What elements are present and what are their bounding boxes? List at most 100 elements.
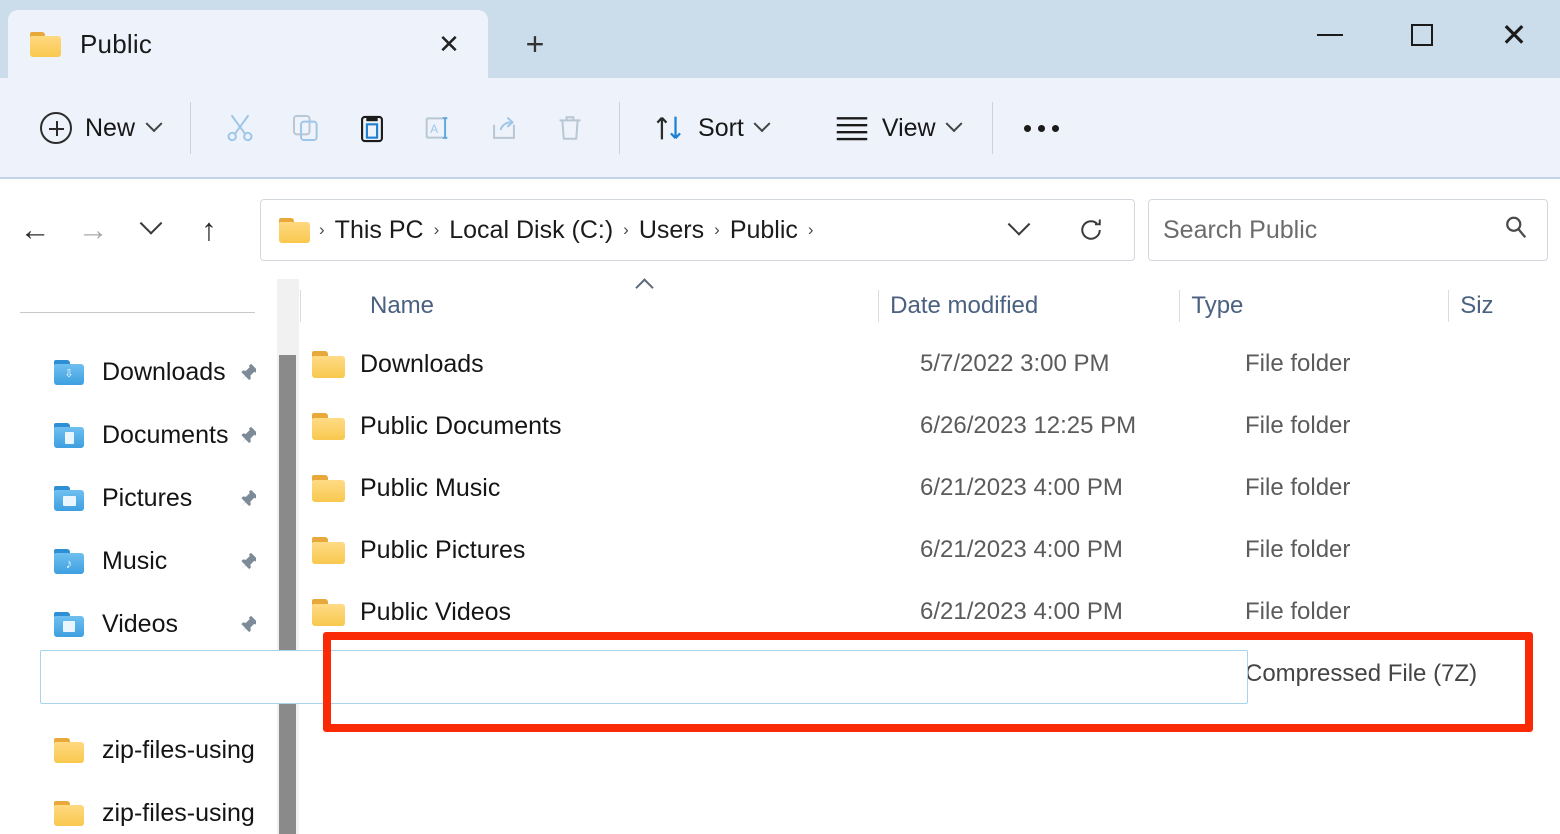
sidebar-item-label: zip-files-using-fi — [102, 736, 256, 765]
column-header-type[interactable]: Type — [1179, 279, 1448, 333]
delete-button[interactable] — [537, 97, 603, 159]
table-row[interactable]: Downloads 5/7/2022 3:00 PM File folder — [300, 333, 1560, 395]
breadcrumb-item-this-pc[interactable]: This PC — [327, 212, 432, 249]
breadcrumb-separator: › — [621, 220, 631, 240]
column-header-size-label: Siz — [1460, 292, 1493, 320]
file-name: Public Videos — [358, 598, 920, 627]
address-dropdown-button[interactable] — [1000, 211, 1038, 249]
recent-locations-button[interactable] — [122, 200, 180, 258]
folder-icon — [300, 475, 358, 502]
column-header-size[interactable]: Siz — [1448, 279, 1560, 333]
folder-icloud-icon: ☁ — [52, 674, 86, 702]
file-date-modified: 6/21/2023 4:00 PM — [920, 598, 1245, 626]
sidebar-item-music[interactable]: ♪ Music — [0, 530, 256, 593]
pin-icon[interactable] — [238, 613, 256, 637]
breadcrumb-item-public[interactable]: Public — [722, 212, 806, 249]
file-type: Compressed File (7Z) — [1245, 660, 1535, 688]
address-bar[interactable]: › This PC › Local Disk (C:) › Users › Pu… — [260, 199, 1135, 261]
tab-title: Public — [80, 29, 152, 60]
file-list-pane: Name Date modified Type Siz Downloads — [300, 279, 1560, 834]
sidebar-item-label: Pictures — [102, 484, 192, 513]
folder-icon — [300, 351, 358, 378]
cut-button[interactable] — [207, 97, 273, 159]
sidebar-divider — [20, 312, 255, 313]
minimize-icon[interactable] — [1284, 0, 1376, 70]
table-row[interactable]: Public Documents 6/26/2023 12:25 PM File… — [300, 395, 1560, 457]
sort-arrows-icon — [652, 111, 686, 145]
maximize-icon[interactable] — [1376, 0, 1468, 70]
folder-videos-icon — [52, 611, 86, 639]
file-name: Public Documents — [358, 412, 920, 441]
sidebar-item-videos[interactable]: Videos — [0, 593, 256, 656]
file-name: Public Pictures — [358, 536, 920, 565]
file-date-modified: 6/21/2023 4:00 PM — [920, 536, 1245, 564]
title-bar: Public ✕ + ✕ — [0, 0, 1560, 78]
sidebar-scrollbar-thumb[interactable] — [279, 355, 296, 834]
folder-icon — [52, 737, 86, 765]
pin-icon[interactable] — [238, 676, 256, 700]
sidebar-item-icloud-drive[interactable]: ☁ iCloud Drive — [0, 656, 256, 719]
table-row-ezyzip[interactable]: 7Z ezyzip 2/24/2023 12:38 PM Compressed … — [300, 643, 1560, 705]
back-button[interactable]: ← — [6, 200, 64, 258]
sidebar-list: ⇩ Downloads Documents — [0, 341, 256, 834]
sort-button[interactable]: Sort — [636, 103, 784, 153]
folder-documents-icon — [52, 422, 86, 450]
sidebar-item-zip-files-using-7[interactable]: zip-files-using-7 — [0, 782, 256, 834]
breadcrumb-separator: › — [712, 220, 722, 240]
column-header-name[interactable]: Name — [300, 279, 878, 333]
up-button[interactable]: ↑ — [180, 200, 238, 258]
pin-icon[interactable] — [238, 487, 256, 511]
toolbar-separator — [619, 102, 620, 154]
refresh-button[interactable] — [1070, 209, 1112, 251]
sidebar-item-downloads[interactable]: ⇩ Downloads — [0, 341, 256, 404]
rename-icon: A — [421, 111, 455, 145]
pin-icon[interactable] — [238, 424, 256, 448]
close-icon[interactable]: ✕ — [432, 27, 466, 61]
share-icon — [487, 111, 521, 145]
paste-button[interactable] — [339, 97, 405, 159]
file-type: File folder — [1245, 536, 1535, 564]
close-icon[interactable]: ✕ — [1468, 0, 1560, 70]
table-row[interactable]: Public Pictures 6/21/2023 4:00 PM File f… — [300, 519, 1560, 581]
chevron-down-icon — [753, 115, 770, 132]
folder-icon — [30, 32, 62, 57]
pin-icon[interactable] — [238, 361, 256, 385]
file-date-modified: 6/26/2023 12:25 PM — [920, 412, 1245, 440]
new-tab-button[interactable]: + — [512, 22, 558, 66]
table-row[interactable]: Public Music 6/21/2023 4:00 PM File fold… — [300, 457, 1560, 519]
file-explorer-window: Public ✕ + ✕ New — [0, 0, 1560, 834]
search-box[interactable]: Search Public — [1148, 199, 1548, 261]
file-type: File folder — [1245, 350, 1535, 378]
sidebar-item-pictures[interactable]: Pictures — [0, 467, 256, 530]
sidebar-item-documents[interactable]: Documents — [0, 404, 256, 467]
new-button[interactable]: New — [26, 104, 174, 152]
breadcrumb-item-users[interactable]: Users — [631, 212, 712, 249]
view-button[interactable]: View — [818, 105, 976, 151]
copy-button[interactable] — [273, 97, 339, 159]
file-rows: Downloads 5/7/2022 3:00 PM File folder P… — [300, 333, 1560, 705]
file-type: File folder — [1245, 598, 1535, 626]
chevron-down-icon — [146, 115, 163, 132]
breadcrumb-separator: › — [432, 220, 442, 240]
pin-icon[interactable] — [238, 550, 256, 574]
search-input[interactable]: Search Public — [1163, 216, 1317, 245]
folder-icon — [279, 218, 311, 243]
more-options-button[interactable] — [1009, 97, 1075, 159]
file-name: Public Music — [358, 474, 920, 503]
toolbar-separator — [992, 102, 993, 154]
search-icon[interactable] — [1501, 213, 1531, 248]
sort-label: Sort — [698, 114, 744, 143]
column-headers: Name Date modified Type Siz — [300, 279, 1560, 333]
breadcrumb-separator: › — [806, 220, 816, 240]
rename-button[interactable]: A — [405, 97, 471, 159]
breadcrumb-item-local-disk[interactable]: Local Disk (C:) — [441, 212, 621, 249]
forward-button[interactable]: → — [64, 200, 122, 258]
tab-public[interactable]: Public ✕ — [8, 10, 488, 78]
scissors-icon — [223, 111, 257, 145]
sidebar-item-label: Videos — [102, 610, 178, 639]
column-header-date-label: Date modified — [890, 292, 1038, 320]
sidebar-item-zip-files-using-fi[interactable]: zip-files-using-fi — [0, 719, 256, 782]
column-header-date-modified[interactable]: Date modified — [878, 279, 1179, 333]
share-button[interactable] — [471, 97, 537, 159]
table-row[interactable]: Public Videos 6/21/2023 4:00 PM File fol… — [300, 581, 1560, 643]
